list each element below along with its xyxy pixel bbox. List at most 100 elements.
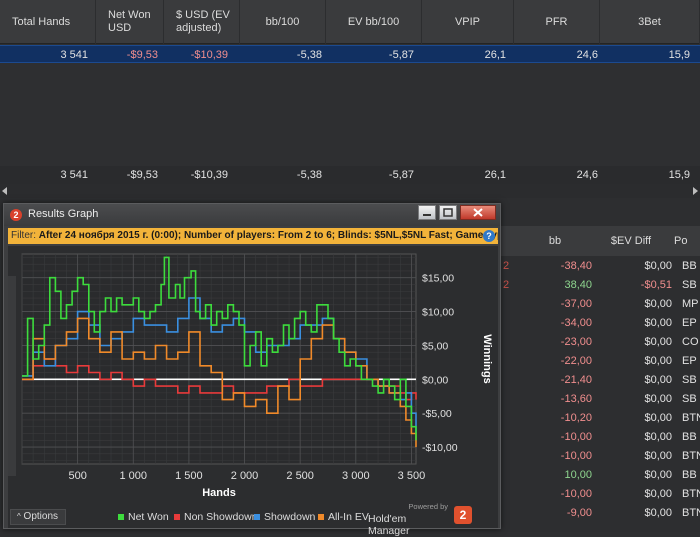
cell-ev-diff: $0,00 xyxy=(644,488,672,500)
results-graph-window[interactable]: 2 Results Graph Filter: After 24 ноября … xyxy=(3,203,501,537)
legend-swatch-net-won xyxy=(118,514,124,521)
legend-swatch-non-showdown xyxy=(174,514,180,521)
col-header-bb[interactable]: bb xyxy=(520,226,590,256)
col-header-net-won[interactable]: Net Won USD xyxy=(96,0,164,44)
results-chart: 500 1 000 1 500 2 000 2 500 3 000 3 500 $15,00 $… xyxy=(8,253,493,499)
cell-position: EP xyxy=(682,317,697,329)
col-header-ev-adjusted[interactable]: $ USD (EV adjusted) xyxy=(164,0,240,44)
cell-ev-diff: $0,00 xyxy=(644,412,672,424)
row-marker: 2 xyxy=(503,279,510,291)
cell-ev-diff: $0,00 xyxy=(644,374,672,386)
legend-label-net-won: Net Won xyxy=(128,511,169,523)
legend-all-in-ev[interactable]: All-In EV xyxy=(318,511,369,523)
stats-selected-row[interactable]: 3 541 -$9,53 -$10,39 -5,38 -5,87 26,1 24… xyxy=(0,45,700,63)
y-axis-title: Winnings xyxy=(481,334,493,383)
cell-bb: 38,40 xyxy=(564,279,592,291)
total-vpip: 26,1 xyxy=(484,169,506,181)
powered-by: Powered by Hold'em Manager 2 xyxy=(368,502,478,537)
cell-position: SB xyxy=(682,279,697,291)
window-titlebar[interactable]: 2 Results Graph xyxy=(4,204,500,226)
legend-label-non-showdown: Non Showdown xyxy=(184,511,258,523)
app-badge-icon: 2 xyxy=(10,209,22,221)
table-row[interactable]: -10,00 $0,00 BTN xyxy=(500,447,700,466)
x-tick-label: 1 000 xyxy=(120,470,148,482)
cell-position: BB xyxy=(682,431,697,443)
table-row[interactable]: -13,60 $0,00 SB xyxy=(500,390,700,409)
cell-ev-bb-100: -5,87 xyxy=(388,49,414,61)
legend-net-won[interactable]: Net Won xyxy=(118,511,169,523)
hands-table-header: bb $EV Diff Po xyxy=(500,226,700,256)
table-row[interactable]: -37,00 $0,00 MP xyxy=(500,295,700,314)
graph-scrollbar xyxy=(8,276,16,476)
legend-label-showdown: Showdown xyxy=(264,511,316,523)
total-net-won: -$9,53 xyxy=(126,169,158,181)
table-row[interactable]: -21,40 $0,00 SB xyxy=(500,371,700,390)
scroll-left-icon[interactable] xyxy=(2,187,7,195)
total-3bet: 15,9 xyxy=(668,169,690,181)
cell-bb: -10,00 xyxy=(560,450,592,462)
cell-bb: -13,60 xyxy=(560,393,592,405)
cell-bb: -10,00 xyxy=(560,431,592,443)
table-row[interactable]: 10,00 $0,00 BB xyxy=(500,466,700,485)
col-header-total-hands[interactable]: Total Hands xyxy=(0,0,96,44)
col-header-vpip[interactable]: VPIP xyxy=(422,0,514,44)
cell-position: BB xyxy=(682,469,697,481)
table-row[interactable]: -10,00 $0,00 BB xyxy=(500,428,700,447)
cell-ev-adjusted: -$10,39 xyxy=(190,49,228,61)
cell-ev-diff: $0,00 xyxy=(644,336,672,348)
cell-ev-diff: $0,00 xyxy=(644,317,672,329)
table-row[interactable]: 2 -38,40 $0,00 BB xyxy=(500,257,700,276)
cell-position: SB xyxy=(682,393,697,405)
table-row[interactable]: 2 38,40 -$0,51 SB xyxy=(500,276,700,295)
legend-non-showdown[interactable]: Non Showdown xyxy=(174,511,258,523)
cell-net-won: -$9,53 xyxy=(126,49,158,61)
col-header-position[interactable]: Po xyxy=(674,226,700,256)
cell-bb: -34,00 xyxy=(560,317,592,329)
cell-total-hands: 3 541 xyxy=(60,49,88,61)
col-header-bb-100[interactable]: bb/100 xyxy=(240,0,326,44)
cell-ev-diff: $0,00 xyxy=(644,298,672,310)
x-tick-label: 3 500 xyxy=(398,470,426,482)
cell-position: BTN xyxy=(682,450,700,462)
info-icon[interactable]: ? xyxy=(483,230,495,242)
col-header-ev-bb-100[interactable]: EV bb/100 xyxy=(326,0,422,44)
cell-pfr: 24,6 xyxy=(576,49,598,61)
filter-bar[interactable]: Filter: After 24 ноября 2015 г. (0:00); … xyxy=(8,228,498,244)
cell-ev-diff: $0,00 xyxy=(644,469,672,481)
stats-table-header: Total Hands Net Won USD $ USD (EV adjust… xyxy=(0,0,700,44)
table-row[interactable]: -10,00 $0,00 BTN xyxy=(500,485,700,504)
total-ev-bb-100: -5,87 xyxy=(388,169,414,181)
horizontal-scrollbar[interactable] xyxy=(0,184,700,198)
close-button[interactable] xyxy=(460,205,496,220)
scroll-right-icon[interactable] xyxy=(693,187,698,195)
table-row[interactable]: -9,00 $0,00 BTN xyxy=(500,504,700,523)
row-marker: 2 xyxy=(503,260,510,272)
cell-bb-100: -5,38 xyxy=(296,49,322,61)
cell-bb: -21,40 xyxy=(560,374,592,386)
col-header-3bet[interactable]: 3Bet xyxy=(600,0,700,44)
legend-showdown[interactable]: Showdown xyxy=(254,511,315,523)
cell-bb: -37,00 xyxy=(560,298,592,310)
x-tick-label: 2 500 xyxy=(286,470,314,482)
y-tick-label: $0,00 xyxy=(422,374,448,386)
table-row[interactable]: -34,00 $0,00 EP xyxy=(500,314,700,333)
col-header-pfr[interactable]: PFR xyxy=(514,0,600,44)
cell-bb: -9,00 xyxy=(566,507,592,519)
table-row[interactable]: -22,00 $0,00 EP xyxy=(500,352,700,371)
maximize-icon xyxy=(443,208,453,217)
window-title: Results Graph xyxy=(28,208,99,220)
maximize-button[interactable] xyxy=(439,205,457,220)
total-total-hands: 3 541 xyxy=(60,169,88,181)
y-tick-label: -$5,00 xyxy=(422,408,452,420)
x-tick-label: 3 000 xyxy=(342,470,370,482)
table-row[interactable]: -23,00 $0,00 CO xyxy=(500,333,700,352)
table-row[interactable]: -10,20 $0,00 BTN xyxy=(500,409,700,428)
cell-position: MP xyxy=(682,298,699,310)
stats-empty-area xyxy=(0,64,700,165)
x-tick-label: 500 xyxy=(68,470,86,482)
col-header-ev-diff[interactable]: $EV Diff xyxy=(596,226,666,256)
options-button[interactable]: ^ Options xyxy=(10,509,66,525)
cell-bb: -10,00 xyxy=(560,488,592,500)
minimize-button[interactable] xyxy=(418,205,436,220)
total-pfr: 24,6 xyxy=(576,169,598,181)
